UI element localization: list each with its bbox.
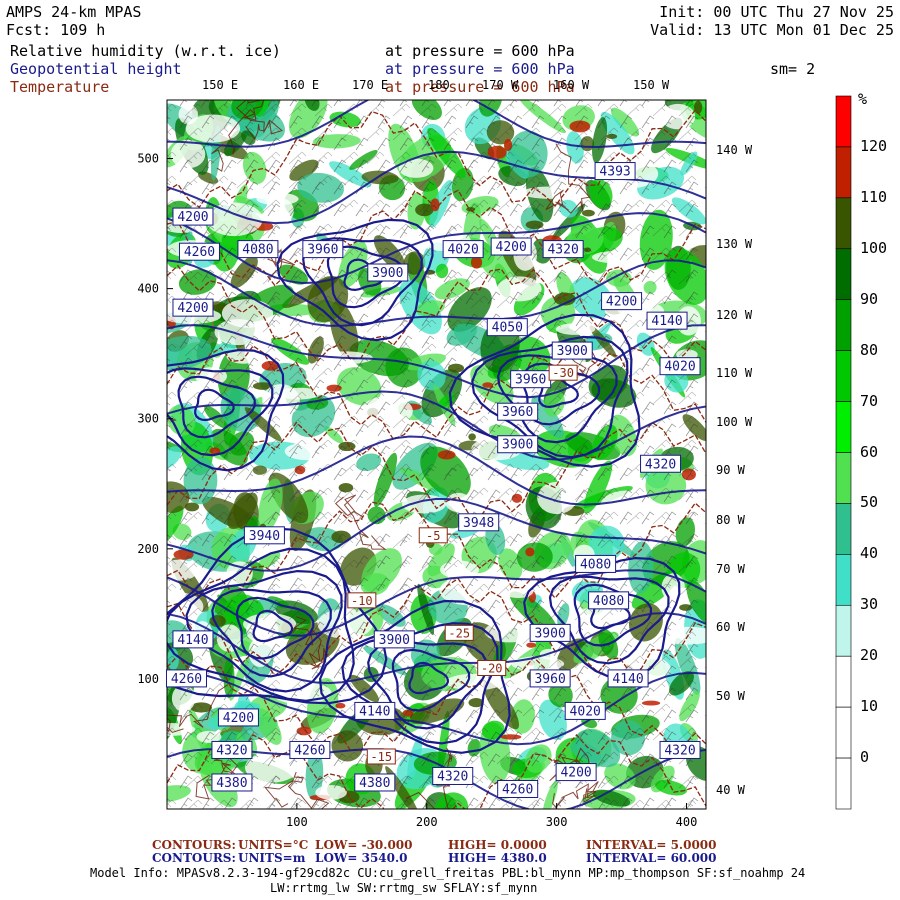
colorbar-swatch [835,452,852,504]
y-tick-label: 500 [137,152,159,166]
temp-contour-label: -15 [370,750,392,764]
height-contour-label: 4200 [177,210,208,225]
colorbar-swatch [835,299,852,351]
height-contour-label: 4320 [437,769,468,784]
height-contour-low: LOW= 3540.0 [315,851,408,865]
colorbar-swatch [835,95,852,148]
y-tick-label: 200 [137,542,159,556]
temp-contour-low: LOW= -30.000 [315,838,413,852]
temp-contour-label: -30 [552,366,574,380]
height-contour-units: UNITS=m [238,851,306,865]
colorbar-unit: % [858,90,868,108]
height-contour-label: 4320 [645,457,676,472]
height-contour-label: 4140 [612,672,643,687]
x-tick-label: 100 [286,815,308,829]
height-contour-label: 4200 [223,711,254,726]
height-contour-label: 4260 [502,782,533,797]
colorbar-label: 90 [860,289,879,308]
temp-contour-label: -20 [481,662,503,676]
height-contour-label: 4080 [242,243,273,258]
height-contour-label: 3960 [515,373,546,388]
height-contour-label: 4200 [177,301,208,316]
x-tick-label: 400 [676,815,698,829]
height-contour-label: 4393 [599,165,630,180]
x-tick-label: 300 [546,815,568,829]
height-contour-label: 4320 [547,243,578,258]
height-contour-interval: INTERVAL= 60.000 [586,851,717,865]
colorbar-label: 20 [860,646,879,665]
height-contour-label: 4380 [359,776,390,791]
height-contour-label: 4080 [593,594,624,609]
model-info-line1: Model Info: MPASv8.2.3-194-gf29cd82c CU:… [90,866,806,880]
height-contour-label: 4080 [580,557,611,572]
height-contour-label: 4260 [294,743,325,758]
colorbar-swatch [835,197,852,250]
colorbar-swatch [835,604,852,657]
height-contour-label: 4020 [664,360,695,375]
colorbar-swatch [835,706,852,759]
height-contour-high: HIGH= 4380.0 [448,851,547,865]
colorbar-label: 80 [860,340,879,359]
colorbar-swatch [835,757,852,810]
colorbar-swatch [835,248,852,301]
temp-contour-label: -10 [351,594,373,608]
weather-map: 100 200 300 400 500 100 200 300 400 3960 3900 4020… [137,95,852,829]
height-contour-label: 4200 [560,766,591,781]
y-tick-label: 100 [137,672,159,686]
height-contour-label: 4260 [171,672,202,687]
height-contour-label: 3900 [502,438,533,453]
colorbar-label: 40 [860,544,879,563]
colorbar-label: 100 [860,238,888,257]
height-contour-label: 3960 [534,672,565,687]
colorbar-swatch [835,146,852,199]
height-contour-label: 3900 [534,626,565,641]
colorbar-swatch [835,350,852,402]
temp-contour-label: -5 [426,529,440,543]
height-contour-label: 4260 [184,245,215,260]
colorbar-label: 10 [860,697,879,716]
height-contour-label: 3900 [557,344,588,359]
temp-contour-label: CONTOURS: [152,838,236,852]
temp-contour-units: UNITS=°C [238,838,309,852]
height-contour-label: 4320 [664,743,695,758]
height-contour-label: 3940 [249,529,280,544]
x-tick-label: 200 [416,815,438,829]
colorbar-label: 50 [860,493,879,512]
height-contour-label: 4200 [496,240,527,255]
colorbar-label: 110 [860,187,888,206]
temp-contour-label: -25 [448,626,470,640]
colorbar-swatch [835,503,852,555]
colorbar-label: 120 [860,136,888,155]
height-contour-label: CONTOURS: [152,851,236,865]
colorbar [835,95,852,810]
height-contour-label: 4020 [447,243,478,258]
height-contour-label: 4140 [651,314,682,329]
temp-contour-high: HIGH= 0.0000 [448,838,547,852]
colorbar-label: 70 [860,391,879,410]
colorbar-swatch [835,401,852,453]
y-tick-label: 400 [137,282,159,296]
height-contour-label: 4200 [606,295,637,310]
colorbar-label: 60 [860,442,879,461]
colorbar-swatch [835,655,852,708]
height-contour-label: 3900 [372,266,403,281]
height-contour-label: 4020 [570,704,601,719]
y-tick-label: 300 [137,412,159,426]
height-contour-label: 4380 [216,776,247,791]
model-info-line2: LW:rrtmg_lw SW:rrtmg_sw SFLAY:sf_mynn [270,881,538,895]
colorbar-swatch [835,554,852,606]
height-contour-label: 4320 [216,743,247,758]
height-contour-label: 3900 [379,633,410,648]
height-contour-label: 4140 [177,633,208,648]
height-contour-label: 3960 [502,405,533,420]
temp-contour-interval: INTERVAL= 5.0000 [586,838,717,852]
height-contour-label: 4140 [359,704,390,719]
colorbar-label: 0 [860,748,870,767]
height-contour-label: 4050 [492,321,523,336]
height-contour-label: 3948 [463,516,494,531]
height-contour-label: 3960 [307,243,338,258]
colorbar-label: 30 [860,595,879,614]
